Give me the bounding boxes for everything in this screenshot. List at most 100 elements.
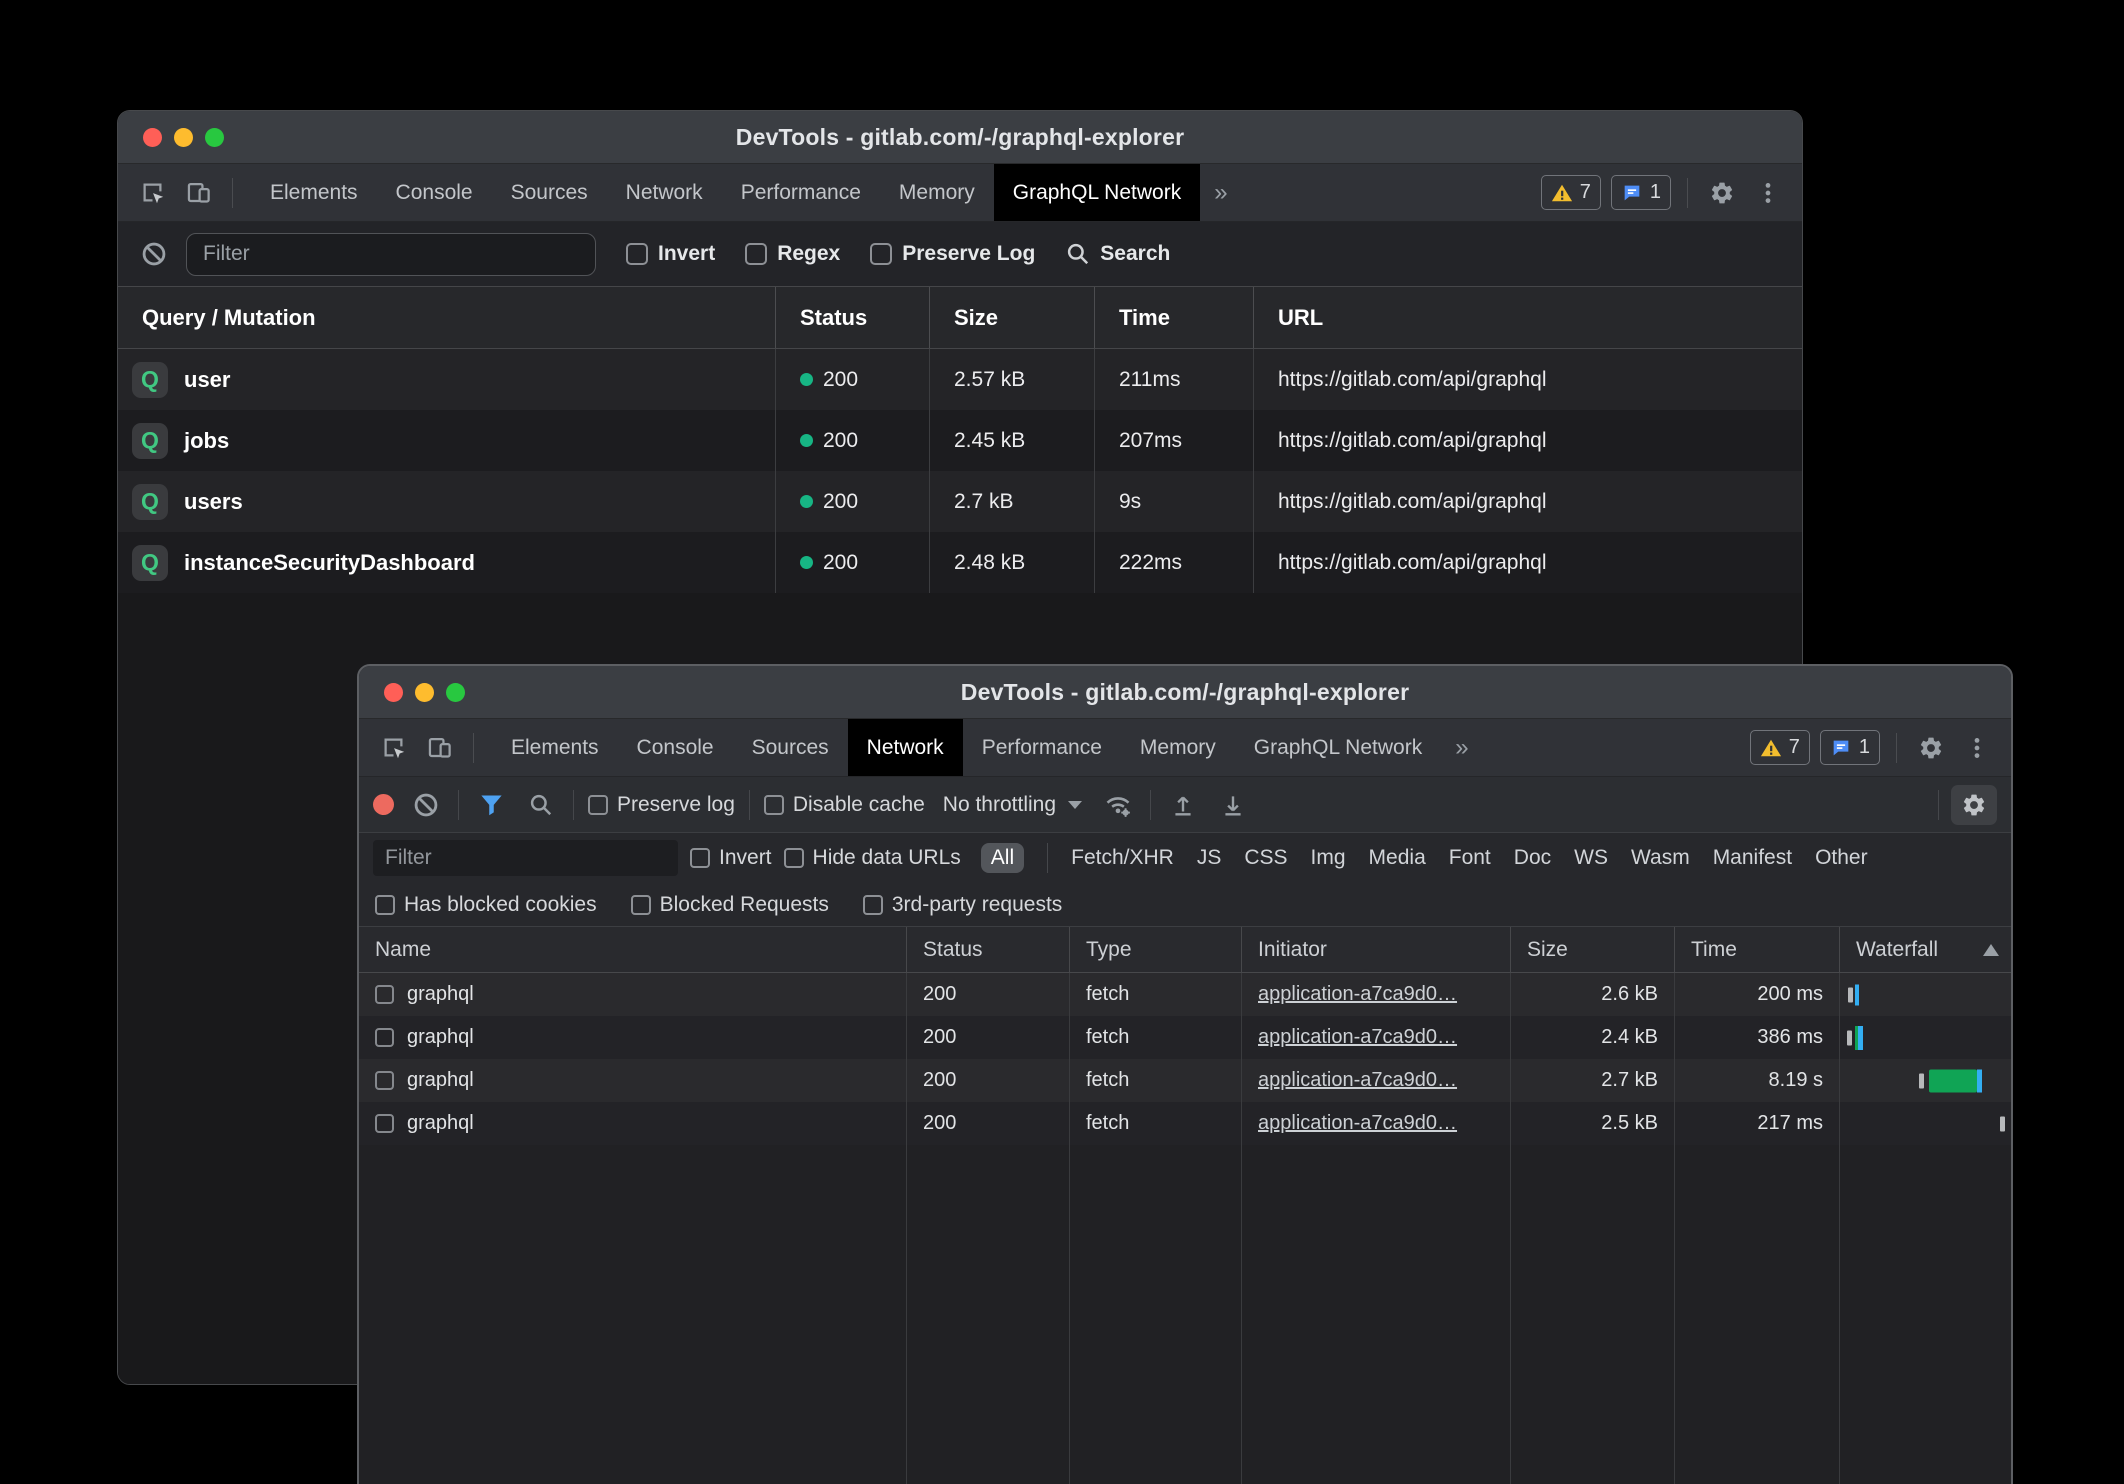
table-row[interactable]: graphql 200 fetch application-a7ca9d0… 2…	[359, 1059, 2011, 1102]
column-header-url[interactable]: URL	[1254, 287, 1802, 348]
waterfall-connect-bar	[2000, 1116, 2005, 1131]
record-button[interactable]	[373, 794, 394, 815]
tab-graphql-network[interactable]: GraphQL Network	[994, 164, 1200, 221]
titlebar[interactable]: DevTools - gitlab.com/-/graphql-explorer	[118, 111, 1802, 164]
throttling-select[interactable]: No throttling	[939, 793, 1086, 817]
kebab-menu-icon[interactable]	[1750, 175, 1786, 211]
table-row[interactable]: Q user 200 2.57 kB 211ms https://gitlab.…	[118, 349, 1802, 410]
hide-data-urls-checkbox[interactable]	[784, 848, 804, 868]
column-header-query-mutation[interactable]: Query / Mutation	[118, 287, 776, 348]
row-checkbox[interactable]	[375, 1114, 394, 1133]
filter-funnel-icon[interactable]	[473, 787, 509, 823]
titlebar[interactable]: DevTools - gitlab.com/-/graphql-explorer	[359, 666, 2011, 719]
type-filter-media[interactable]: Media	[1369, 846, 1426, 870]
hide-data-urls-label: Hide data URLs	[813, 846, 961, 870]
device-toolbar-icon[interactable]	[180, 175, 216, 211]
type-filter-ws[interactable]: WS	[1574, 846, 1608, 870]
column-header-type[interactable]: Type	[1070, 927, 1242, 972]
table-row[interactable]: Q users 200 2.7 kB 9s https://gitlab.com…	[118, 471, 1802, 532]
tab-elements[interactable]: Elements	[251, 164, 377, 221]
export-har-icon[interactable]	[1215, 787, 1251, 823]
initiator-link[interactable]: application-a7ca9d0…	[1258, 1112, 1457, 1135]
waterfall-cell[interactable]	[1840, 1016, 2011, 1059]
tab-memory[interactable]: Memory	[1121, 719, 1235, 776]
type-filter-doc[interactable]: Doc	[1514, 846, 1551, 870]
tab-performance[interactable]: Performance	[963, 719, 1121, 776]
search-control[interactable]: Search	[1065, 241, 1170, 267]
column-header-status[interactable]: Status	[776, 287, 930, 348]
column-header-time[interactable]: Time	[1095, 287, 1254, 348]
import-har-icon[interactable]	[1165, 787, 1201, 823]
type-filter-css[interactable]: CSS	[1244, 846, 1287, 870]
tab-network[interactable]: Network	[607, 164, 722, 221]
inspect-element-icon[interactable]	[134, 175, 170, 211]
type-filter-manifest[interactable]: Manifest	[1713, 846, 1792, 870]
type-filter-js[interactable]: JS	[1197, 846, 1222, 870]
network-conditions-icon[interactable]	[1100, 787, 1136, 823]
initiator-link[interactable]: application-a7ca9d0…	[1258, 1026, 1457, 1049]
row-checkbox[interactable]	[375, 1071, 394, 1090]
column-header-size[interactable]: Size	[1511, 927, 1675, 972]
table-row[interactable]: Q instanceSecurityDashboard 200 2.48 kB …	[118, 532, 1802, 593]
type-filter-font[interactable]: Font	[1449, 846, 1491, 870]
type-filter-all[interactable]: All	[981, 843, 1024, 873]
warnings-badge[interactable]: 7	[1541, 175, 1601, 210]
tab-sources[interactable]: Sources	[733, 719, 848, 776]
issues-badge[interactable]: 1	[1611, 175, 1671, 210]
blocked-requests-checkbox[interactable]	[631, 895, 651, 915]
column-header-initiator[interactable]: Initiator	[1242, 927, 1511, 972]
settings-gear-icon[interactable]	[1913, 730, 1949, 766]
tab-console[interactable]: Console	[377, 164, 492, 221]
waterfall-cell[interactable]	[1840, 973, 2011, 1016]
more-tabs-icon[interactable]: »	[1441, 719, 1482, 776]
table-row[interactable]: graphql 200 fetch application-a7ca9d0… 2…	[359, 1102, 2011, 1145]
clear-icon[interactable]	[408, 787, 444, 823]
invert-checkbox[interactable]	[626, 243, 648, 265]
tab-memory[interactable]: Memory	[880, 164, 994, 221]
row-checkbox[interactable]	[375, 1028, 394, 1047]
search-icon[interactable]	[523, 787, 559, 823]
tab-network[interactable]: Network	[848, 719, 963, 776]
kebab-menu-icon[interactable]	[1959, 730, 1995, 766]
tab-console[interactable]: Console	[618, 719, 733, 776]
initiator-link[interactable]: application-a7ca9d0…	[1258, 1069, 1457, 1092]
type-filter-fetch-xhr[interactable]: Fetch/XHR	[1071, 846, 1174, 870]
disable-cache-checkbox[interactable]	[764, 795, 784, 815]
column-header-size[interactable]: Size	[930, 287, 1095, 348]
preserve-log-checkbox[interactable]	[588, 795, 608, 815]
has-blocked-cookies-checkbox[interactable]	[375, 895, 395, 915]
invert-checkbox[interactable]	[690, 848, 710, 868]
column-header-waterfall[interactable]: Waterfall	[1840, 927, 2011, 972]
table-row[interactable]: graphql 200 fetch application-a7ca9d0… 2…	[359, 1016, 2011, 1059]
initiator-link[interactable]: application-a7ca9d0…	[1258, 983, 1457, 1006]
inspect-element-icon[interactable]	[375, 730, 411, 766]
device-toolbar-icon[interactable]	[421, 730, 457, 766]
waterfall-cell[interactable]	[1840, 1059, 2011, 1102]
tab-performance[interactable]: Performance	[722, 164, 880, 221]
settings-gear-icon[interactable]	[1704, 175, 1740, 211]
issues-badge[interactable]: 1	[1820, 730, 1880, 765]
filter-input[interactable]	[373, 840, 678, 876]
filter-input[interactable]	[186, 233, 596, 276]
warnings-badge[interactable]: 7	[1750, 730, 1810, 765]
tab-graphql-network[interactable]: GraphQL Network	[1235, 719, 1441, 776]
query-name: users	[184, 489, 243, 515]
waterfall-cell[interactable]	[1840, 1102, 2011, 1145]
type-filter-other[interactable]: Other	[1815, 846, 1868, 870]
network-settings-gear-icon[interactable]	[1951, 785, 1997, 825]
tab-elements[interactable]: Elements	[492, 719, 618, 776]
third-party-requests-checkbox[interactable]	[863, 895, 883, 915]
column-header-name[interactable]: Name	[359, 927, 907, 972]
clear-icon[interactable]	[136, 236, 172, 272]
more-tabs-icon[interactable]: »	[1200, 164, 1241, 221]
preserve-log-checkbox[interactable]	[870, 243, 892, 265]
column-header-status[interactable]: Status	[907, 927, 1070, 972]
type-filter-wasm[interactable]: Wasm	[1631, 846, 1690, 870]
tab-sources[interactable]: Sources	[492, 164, 607, 221]
type-filter-img[interactable]: Img	[1311, 846, 1346, 870]
regex-checkbox[interactable]	[745, 243, 767, 265]
column-header-time[interactable]: Time	[1675, 927, 1840, 972]
table-row[interactable]: Q jobs 200 2.45 kB 207ms https://gitlab.…	[118, 410, 1802, 471]
row-checkbox[interactable]	[375, 985, 394, 1004]
table-row[interactable]: graphql 200 fetch application-a7ca9d0… 2…	[359, 973, 2011, 1016]
